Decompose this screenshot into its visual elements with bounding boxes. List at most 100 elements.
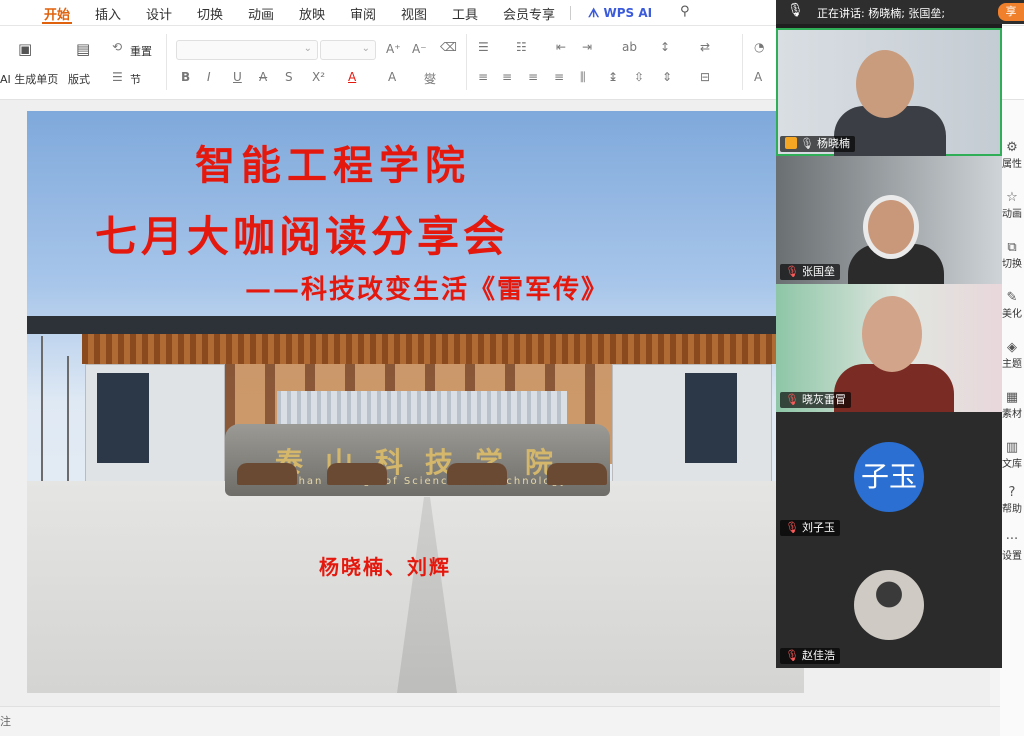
phonetic-icon[interactable]: 燮 <box>424 70 436 87</box>
reset-button[interactable]: 重置 <box>130 43 152 59</box>
help-icon: ? <box>1008 485 1016 500</box>
side-item-library[interactable]: ▥ 文库 <box>1000 440 1024 470</box>
shadow-button[interactable]: S <box>285 70 293 84</box>
toolbar-divider <box>466 34 467 90</box>
slide-title-line1[interactable]: 智能工程学院 <box>195 133 471 191</box>
book-icon: ▥ <box>1005 440 1019 455</box>
search-icon[interactable]: ⚲ <box>680 4 690 19</box>
align-center-icon[interactable]: ≡ <box>502 70 512 84</box>
tab-slideshow[interactable]: 放映 <box>299 4 325 23</box>
wps-ai-button[interactable]: ᗑ WPS AI <box>588 6 652 21</box>
side-item-help[interactable]: ? 帮助 <box>1000 485 1024 515</box>
notes-label[interactable]: 注 <box>0 713 11 729</box>
transition-icon: ⧉ <box>1007 240 1017 255</box>
gate-window <box>685 373 737 463</box>
column-spacing-icon[interactable]: ⇕ <box>662 70 672 84</box>
participant-tile[interactable]: 🎙 赵佳浩 <box>776 540 1002 668</box>
side-item-material[interactable]: ▦ 素材 <box>1000 390 1024 420</box>
side-item-label: 素材 <box>1002 409 1022 420</box>
side-item-settings[interactable]: ··· 设置 <box>1000 532 1024 562</box>
tab-view[interactable]: 视图 <box>401 4 427 23</box>
shrub <box>327 463 387 485</box>
strike-button[interactable]: A <box>259 70 267 84</box>
slide-title-line2[interactable]: 七月大咖阅读分享会 <box>95 203 509 264</box>
decrease-indent-icon[interactable]: ⇤ <box>556 40 566 54</box>
participant-name: 🎙 张国垒 <box>780 264 840 280</box>
section-icon: ☰ <box>112 70 123 84</box>
grow-font-button[interactable]: A⁺ <box>386 42 401 56</box>
participant-face <box>868 200 914 254</box>
shrub <box>237 463 297 485</box>
layout-button[interactable]: 版式 <box>68 71 90 87</box>
clear-format-icon[interactable]: ⌫ <box>440 40 457 54</box>
convert-icon[interactable]: ⇄ <box>700 40 710 54</box>
side-item-beautify[interactable]: ✎ 美化 <box>1000 290 1024 320</box>
tab-tools[interactable]: 工具 <box>452 4 478 23</box>
tab-animation[interactable]: 动画 <box>248 4 274 23</box>
participant-name: 🎙 刘子玉 <box>780 520 840 536</box>
slide-subtitle[interactable]: ——科技改变生活《雷军传》 <box>245 269 609 306</box>
participant-list: 🎙 杨晓楠 🎙 张国垒 🎙 晓灰雷冒 子玉 🎙 刘子玉 🎙 赵佳浩 <box>776 24 1002 668</box>
section-button[interactable]: 节 <box>130 71 141 87</box>
microphone-icon[interactable]: 🎙 <box>787 3 804 18</box>
tab-home[interactable]: 开始 <box>44 4 70 23</box>
shape-icon[interactable]: ◔ <box>754 40 764 54</box>
slide-canvas[interactable]: 泰山科技学院 Taishan College of Science and Te… <box>27 111 804 693</box>
status-bar: 注 <box>0 706 1000 736</box>
participant-tile[interactable]: 子玉 🎙 刘子玉 <box>776 412 1002 540</box>
properties-icon: ⚙ <box>1006 140 1018 155</box>
tab-design[interactable]: 设计 <box>146 4 172 23</box>
share-button[interactable]: 享 <box>998 3 1024 21</box>
side-item-animation[interactable]: ☆ 动画 <box>1000 190 1024 220</box>
text-box-align-icon[interactable]: ⊟ <box>700 70 710 84</box>
speaking-indicator: 正在讲话: 杨晓楠; 张国垒; <box>817 7 946 20</box>
toolbar-divider <box>166 34 167 90</box>
side-item-label: 文库 <box>1002 459 1022 470</box>
numbered-list-icon[interactable]: ☷ <box>516 40 527 54</box>
side-item-label: 属性 <box>1002 159 1022 170</box>
participant-tile[interactable]: 🎙 杨晓楠 <box>776 28 1002 156</box>
paragraph-spacing-icon[interactable]: ⇳ <box>634 70 644 84</box>
participant-tile[interactable]: 🎙 张国垒 <box>776 156 1002 284</box>
bullet-list-icon[interactable]: ☰ <box>478 40 489 54</box>
align-right-icon[interactable]: ≡ <box>528 70 538 84</box>
toolbar-divider <box>742 34 743 90</box>
task-pane-bar: ⚙ 属性 ☆ 动画 ⧉ 切换 ✎ 美化 ◈ 主题 ▦ 素材 ▥ 文库 ? 帮助 ··· 设置 <box>1000 100 1024 736</box>
ai-page-button[interactable]: AI 生成单页 <box>0 71 58 87</box>
textbox-icon[interactable]: A <box>754 70 762 84</box>
align-left-icon[interactable]: ≡ <box>478 70 488 84</box>
underline-button[interactable]: U <box>233 70 242 84</box>
font-size-select[interactable]: ⌄ <box>320 40 376 60</box>
side-item-label: 主题 <box>1002 359 1022 370</box>
microphone-icon: 🎙 <box>800 137 814 150</box>
stone-inscription-en: Taishan College of Science and Technolog… <box>272 476 568 487</box>
tab-transition[interactable]: 切换 <box>197 4 223 23</box>
participant-face <box>856 50 914 118</box>
tab-insert[interactable]: 插入 <box>95 4 121 23</box>
tab-member[interactable]: 会员专享 <box>503 4 555 23</box>
participant-name: 🎙 晓灰雷冒 <box>780 392 851 408</box>
justify-icon[interactable]: ≡ <box>554 70 564 84</box>
participant-name: 🎙 赵佳浩 <box>780 648 840 664</box>
side-item-theme[interactable]: ◈ 主题 <box>1000 340 1024 370</box>
superscript-button[interactable]: X² <box>312 70 325 84</box>
side-item-properties[interactable]: ⚙ 属性 <box>1000 140 1024 170</box>
slide-authors[interactable]: 杨晓楠、刘辉 <box>319 551 451 580</box>
wps-ai-icon: ᗑ <box>588 6 600 20</box>
participant-tile[interactable]: 🎙 晓灰雷冒 <box>776 284 1002 412</box>
tab-review[interactable]: 审阅 <box>350 4 376 23</box>
bold-button[interactable]: B <box>181 70 190 84</box>
shrink-font-button[interactable]: A⁻ <box>412 42 427 56</box>
sort-icon[interactable]: ↕ <box>660 40 670 54</box>
distribute-icon[interactable]: ⫼ <box>580 70 586 85</box>
tree-decoration <box>41 336 43 486</box>
text-direction-icon[interactable]: ab <box>622 40 637 54</box>
side-item-transition[interactable]: ⧉ 切换 <box>1000 240 1024 270</box>
wand-icon: ✎ <box>1006 290 1018 305</box>
italic-button[interactable]: I <box>207 70 211 84</box>
font-family-select[interactable]: ⌄ <box>176 40 318 60</box>
line-spacing-icon[interactable]: ↨ <box>608 70 618 84</box>
increase-indent-icon[interactable]: ⇥ <box>582 40 592 54</box>
font-color-button[interactable]: A <box>348 70 356 84</box>
highlight-button[interactable]: A <box>388 70 396 84</box>
